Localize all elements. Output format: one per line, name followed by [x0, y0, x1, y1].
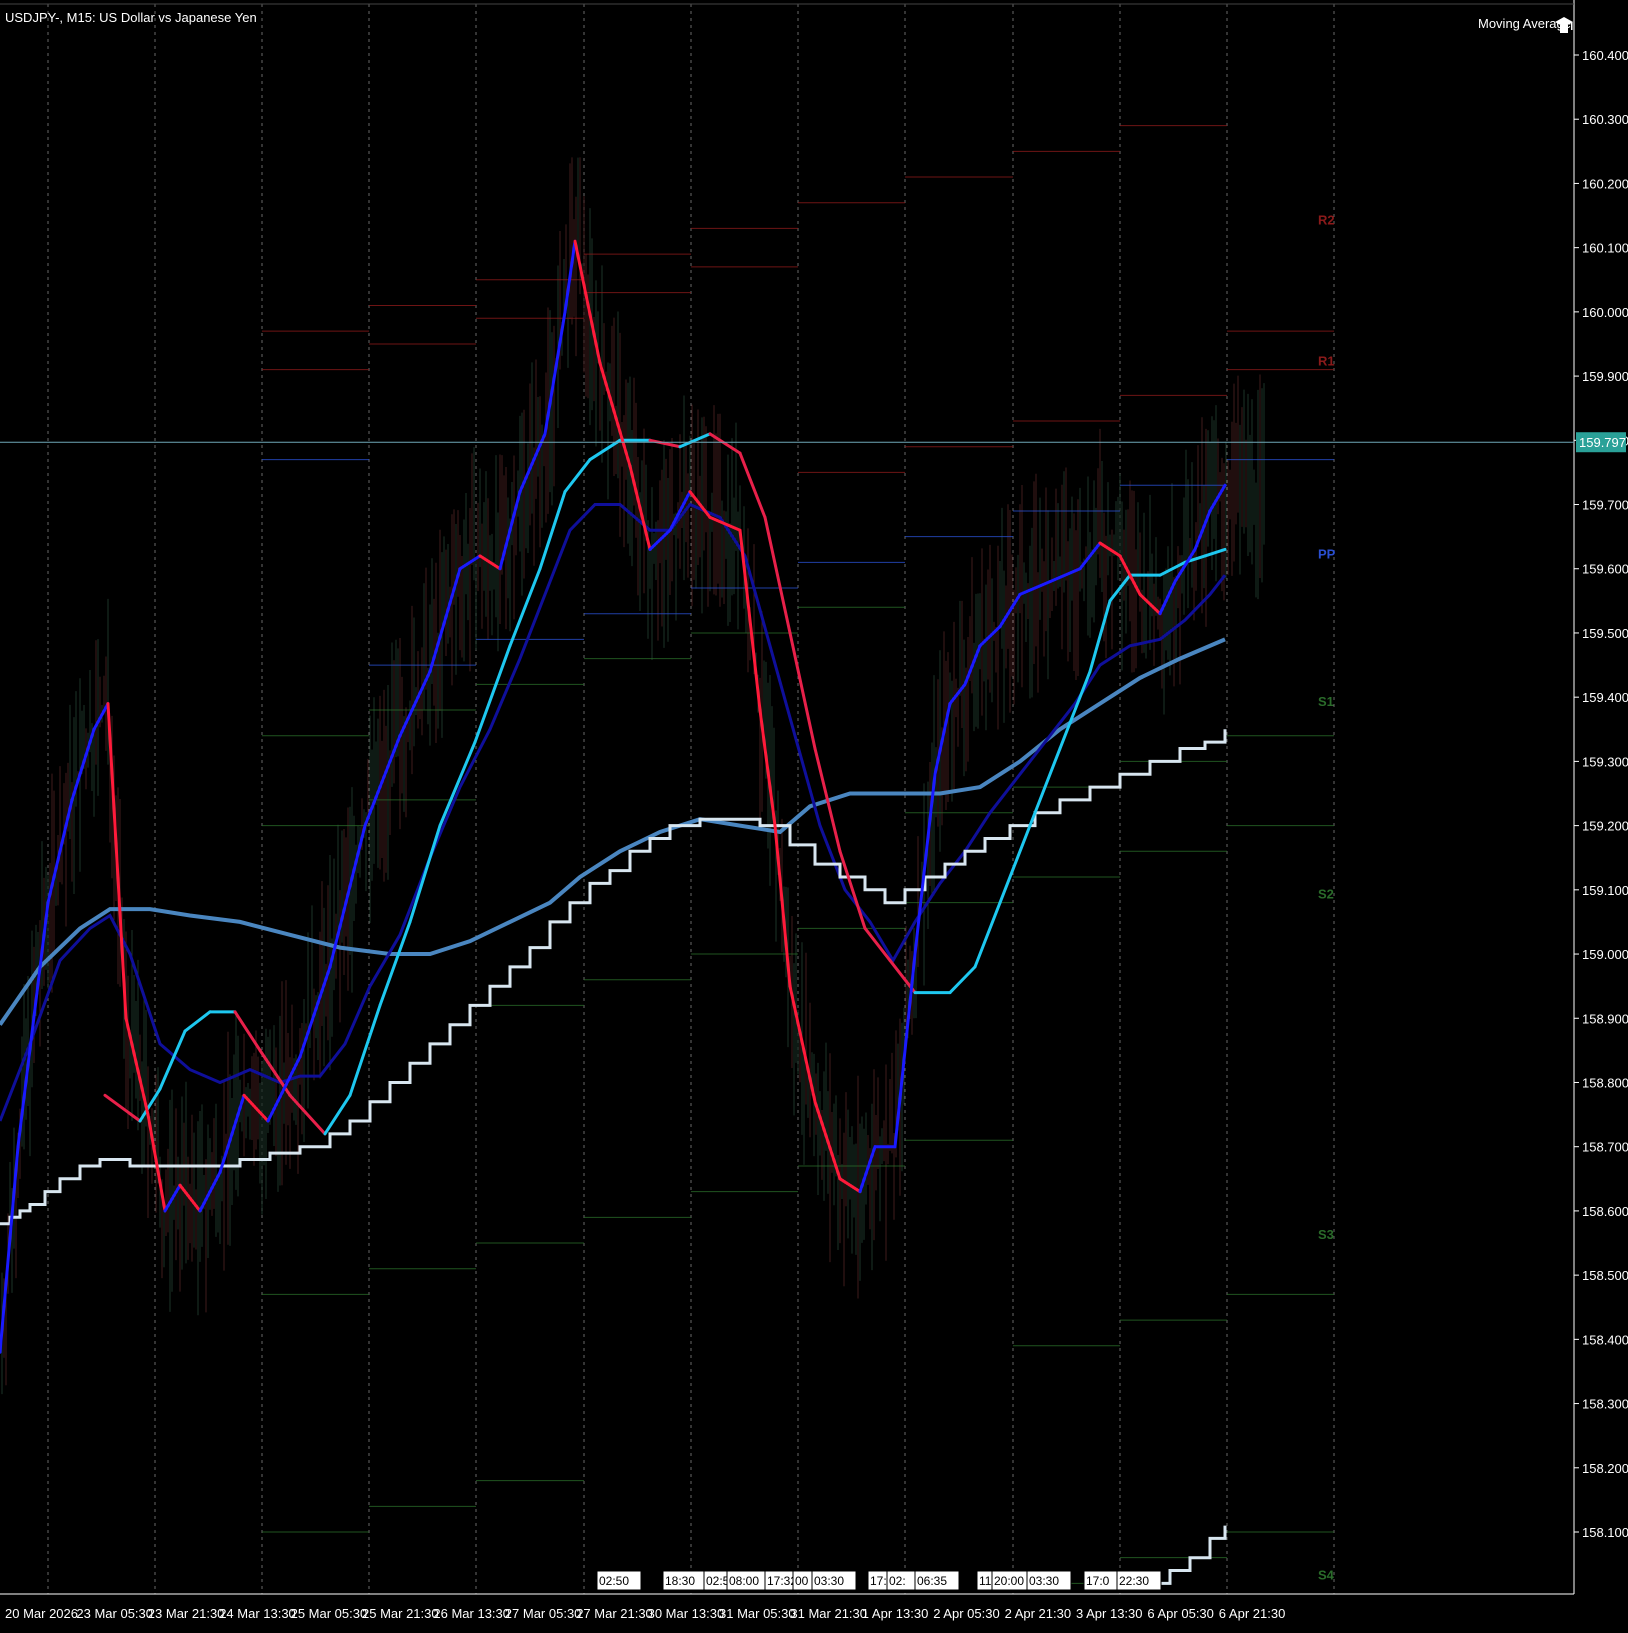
price-tick-label: 158.800	[1582, 1075, 1628, 1090]
price-tick-label: 160.300	[1582, 112, 1628, 127]
pivot-label: S3	[1318, 1227, 1334, 1242]
session-label-text: 20:00	[994, 1574, 1024, 1588]
time-tick-label: 24 Mar 13:30	[219, 1606, 296, 1621]
session-label-text: 22:30	[1119, 1574, 1149, 1588]
price-tick-label: 159.000	[1582, 947, 1628, 962]
chart-area[interactable]: R2 R1 PP S1 S2 S3 S4 160.400 160.300 160.200 160.…	[0, 0, 1628, 1628]
time-tick-label: 1 Apr 13:30	[862, 1606, 929, 1621]
session-label-text: 03:30	[1029, 1574, 1059, 1588]
pivot-label: R1	[1318, 354, 1335, 369]
session-label-text: 11	[979, 1574, 992, 1588]
pivot-label: S4	[1318, 1567, 1335, 1582]
time-tick-label: 31 Mar 21:30	[790, 1606, 867, 1621]
price-tick-label: 159.700	[1582, 498, 1628, 513]
pivot-label: S1	[1318, 694, 1334, 709]
time-tick-label: 6 Apr 05:30	[1147, 1606, 1214, 1621]
price-tick-label: 158.400	[1582, 1332, 1628, 1347]
price-tick-label: 159.500	[1582, 626, 1628, 641]
session-label-text: 06:35	[917, 1574, 947, 1588]
session-label: 06:35	[914, 1570, 960, 1591]
time-tick-label: 23 Mar 21:30	[148, 1606, 225, 1621]
time-tick-label: 25 Mar 21:30	[362, 1606, 439, 1621]
price-tick-label: 160.200	[1582, 176, 1628, 191]
session-label: 00	[792, 1570, 814, 1591]
session-label-text: 18:30	[665, 1574, 695, 1588]
price-tick-label: 158.700	[1582, 1140, 1628, 1155]
price-tick-label: 159.100	[1582, 883, 1628, 898]
price-tick-label: 158.100	[1582, 1525, 1628, 1540]
session-label: 03:30	[1026, 1570, 1072, 1591]
pivot-label: S2	[1318, 887, 1334, 902]
price-tick-label: 160.100	[1582, 241, 1628, 256]
session-label: 22:30	[1116, 1570, 1162, 1591]
price-chart[interactable]: R2 R1 PP S1 S2 S3 S4 160.400 160.300 160.200 160.…	[0, 0, 1628, 1628]
session-label-text: 02:5	[706, 1574, 730, 1588]
price-tick-label: 159.600	[1582, 562, 1628, 577]
time-tick-label: 26 Mar 13:30	[433, 1606, 510, 1621]
session-label-text: 00	[795, 1574, 809, 1588]
session-label-text: 03:30	[814, 1574, 844, 1588]
time-tick-label: 2 Apr 21:30	[1005, 1606, 1072, 1621]
price-tick-label: 158.200	[1582, 1461, 1628, 1476]
price-tick-label: 158.600	[1582, 1204, 1628, 1219]
price-tick-label: 158.300	[1582, 1397, 1628, 1412]
time-tick-label: 6 Apr 21:30	[1219, 1606, 1286, 1621]
time-tick-label: 27 Mar 21:30	[576, 1606, 653, 1621]
indicator-name: Moving Average	[1478, 16, 1571, 31]
session-label-text: 08:00	[729, 1574, 759, 1588]
session-label: 17:0	[1083, 1570, 1121, 1591]
pivot-label: R2	[1318, 212, 1335, 227]
pivot-label: PP	[1318, 546, 1336, 561]
price-tick-label: 160.000	[1582, 305, 1628, 320]
time-tick-label: 25 Mar 05:30	[291, 1606, 368, 1621]
session-label: 03:30	[811, 1570, 857, 1591]
time-tick-label: 2 Apr 05:30	[933, 1606, 1000, 1621]
current-price-label: 159.797	[1579, 435, 1626, 450]
session-label: 02:50	[596, 1570, 642, 1591]
price-tick-label: 159.200	[1582, 819, 1628, 834]
price-tick-label: 158.900	[1582, 1011, 1628, 1026]
chart-title: USDJPY-, M15: US Dollar vs Japanese Yen	[5, 10, 257, 25]
price-tick-label: 159.900	[1582, 369, 1628, 384]
time-tick-label: 30 Mar 13:30	[648, 1606, 725, 1621]
session-label-text: 17:0	[1086, 1574, 1110, 1588]
time-tick-label: 23 Mar 05:30	[76, 1606, 153, 1621]
session-label-text: 02:	[889, 1574, 906, 1588]
time-tick-label: 31 Mar 05:30	[719, 1606, 796, 1621]
price-tick-label: 160.400	[1582, 48, 1628, 63]
price-tick-label: 158.500	[1582, 1268, 1628, 1283]
session-label: 02:	[886, 1570, 916, 1591]
price-tick-label: 159.300	[1582, 754, 1628, 769]
time-tick-label: 27 Mar 05:30	[505, 1606, 582, 1621]
session-label-text: 02:50	[599, 1574, 629, 1588]
time-tick-label: 3 Apr 13:30	[1076, 1606, 1143, 1621]
price-tick-label: 159.400	[1582, 690, 1628, 705]
session-label: 18:30	[662, 1570, 708, 1591]
session-label: 08:00	[726, 1570, 772, 1591]
time-tick-label: 20 Mar 2026	[5, 1606, 78, 1621]
